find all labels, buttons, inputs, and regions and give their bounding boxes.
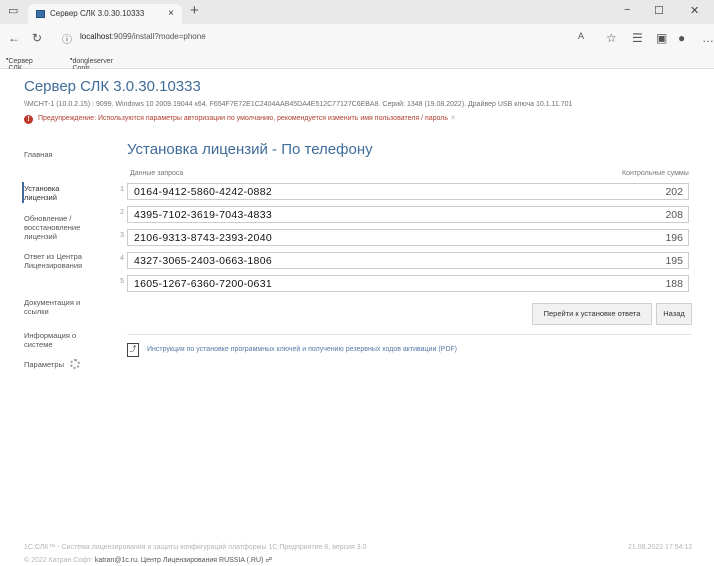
tab-close-button[interactable]: × — [168, 4, 174, 24]
sidebar-item-docs[interactable]: Документация и ссылки — [24, 298, 94, 316]
address-bar: ← ↻ ⓘ localhost:9099/install?mode=phone … — [0, 24, 714, 54]
bookmark-dongleserver[interactable]: ▪ dongleserver Contr... — [70, 56, 113, 72]
warning-close-button[interactable]: ✕ — [450, 115, 456, 122]
more-menu-icon[interactable]: … — [702, 31, 714, 45]
request-code-field[interactable]: 0164-9412-5860-4242-0882 202 — [127, 183, 689, 200]
refresh-icon[interactable]: ↻ — [32, 31, 42, 45]
column-request-header: Данные запроса — [130, 170, 184, 177]
row-number: 1 — [120, 186, 124, 193]
request-row: 3 2106-9313-8743-2393-2040 196 — [116, 229, 692, 246]
url-field[interactable]: localhost:9099/install?mode=phone — [80, 32, 206, 41]
warning-banner: ! Предупреждение: Используются параметры … — [24, 114, 456, 124]
tab-title: Сервер СЛК 3.0.30.10333 — [50, 9, 145, 18]
back-button[interactable]: Назад — [656, 303, 692, 325]
sidebar-item-system-info[interactable]: Информация о системе — [24, 331, 84, 349]
sidebar-item-install[interactable]: Установка лицензий — [24, 184, 74, 202]
favorite-star-icon[interactable]: ☆ — [606, 31, 617, 45]
url-host: localhost — [80, 32, 112, 41]
sidebar-item-update[interactable]: Обновление / восстановление лицензий — [24, 214, 86, 241]
row-number: 2 — [120, 209, 124, 216]
checksum: 202 — [665, 186, 683, 198]
favorites-list-icon[interactable]: ☰ — [632, 31, 643, 45]
pdf-icon: ⤴ — [127, 343, 139, 357]
app-title: Сервер СЛК 3.0.30.10333 — [24, 78, 201, 95]
request-code-field[interactable]: 4327-3065-2403-0663-1806 195 — [127, 252, 689, 269]
collections-icon[interactable]: ▣ — [656, 31, 667, 45]
browser-tab-bar: ▭ Сервер СЛК 3.0.30.10333 × + − ☐ ✕ — [0, 0, 714, 24]
favicon-icon — [36, 10, 45, 18]
request-code: 4395-7102-3619-7043-4833 — [134, 209, 272, 221]
go-to-response-button[interactable]: Перейти к установке ответа — [532, 303, 652, 325]
row-number: 5 — [120, 278, 124, 285]
request-row: 4 4327-3065-2403-0663-1806 195 — [116, 252, 692, 269]
request-row: 5 1605-1267-6360-7200-0631 188 — [116, 275, 692, 292]
footer-contact-link[interactable]: katran@1c.ru. Центр Лицензирования RUSSI… — [95, 557, 273, 564]
tab-actions-icon[interactable]: ▭ — [8, 4, 18, 17]
page-heading: Установка лицензий - По телефону — [127, 141, 373, 158]
request-code-field[interactable]: 2106-9313-8743-2393-2040 196 — [127, 229, 689, 246]
bookmark-slk[interactable]: ▪ Сервер СЛК 3.0 — [6, 56, 33, 79]
column-checksum-header: Контрольные суммы — [622, 170, 689, 177]
checksum: 195 — [665, 255, 683, 267]
url-path: :9099/install?mode=phone — [111, 32, 206, 41]
sidebar-item-response[interactable]: Ответ из Центра Лицензирования — [24, 252, 94, 270]
bookmarks-bar: ▪ Сервер СЛК 3.0 ▪ dongleserver Contr... — [0, 54, 714, 79]
request-row: 1 0164-9412-5860-4242-0882 202 — [116, 183, 692, 200]
sidebar-item-settings[interactable]: Параметры — [24, 359, 104, 369]
warning-icon: ! — [24, 115, 33, 124]
footer-copyright: © 2022 Катран Софт: katran@1c.ru. Центр … — [24, 557, 273, 564]
sidebar-item-home[interactable]: Главная — [24, 150, 104, 159]
checksum: 188 — [665, 278, 683, 290]
server-info: \\МСНТ-1 (10.0.2.15) : 9099. Windows 10 … — [24, 101, 573, 108]
profile-avatar-icon[interactable]: ● — [678, 31, 685, 45]
checksum: 208 — [665, 209, 683, 221]
new-tab-button[interactable]: + — [190, 2, 199, 19]
checksum: 196 — [665, 232, 683, 244]
close-window-button[interactable]: ✕ — [690, 4, 699, 17]
footer-date: 21.08.2022 17:54:12 — [628, 544, 693, 551]
request-code-field[interactable]: 4395-7102-3619-7043-4833 208 — [127, 206, 689, 223]
request-code: 1605-1267-6360-7200-0631 — [134, 278, 272, 290]
info-icon[interactable]: ⓘ — [62, 31, 72, 46]
request-row: 2 4395-7102-3619-7043-4833 208 — [116, 206, 692, 223]
page-content: Сервер СЛК 3.0.30.10333 \\МСНТ-1 (10.0.2… — [0, 69, 714, 566]
warning-text: Предупреждение: Используются параметры а… — [38, 115, 448, 122]
request-code: 2106-9313-8743-2393-2040 — [134, 232, 272, 244]
request-code: 4327-3065-2403-0663-1806 — [134, 255, 272, 267]
divider — [127, 334, 692, 335]
maximize-button[interactable]: ☐ — [654, 4, 664, 17]
request-code: 0164-9412-5860-4242-0882 — [134, 186, 272, 198]
minimize-button[interactable]: − — [624, 4, 630, 16]
footer-system-text: 1С:СЛК™ - Система лицензирования и защит… — [24, 544, 367, 551]
pdf-instructions-link[interactable]: Инструкция по установке программных ключ… — [147, 346, 457, 353]
gear-icon — [69, 359, 80, 369]
request-code-field[interactable]: 1605-1267-6360-7200-0631 188 — [127, 275, 689, 292]
row-number: 3 — [120, 232, 124, 239]
browser-tab[interactable]: Сервер СЛК 3.0.30.10333 × — [28, 4, 182, 24]
back-arrow-icon[interactable]: ← — [8, 31, 20, 45]
read-aloud-icon[interactable]: A — [578, 31, 584, 41]
row-number: 4 — [120, 255, 124, 262]
